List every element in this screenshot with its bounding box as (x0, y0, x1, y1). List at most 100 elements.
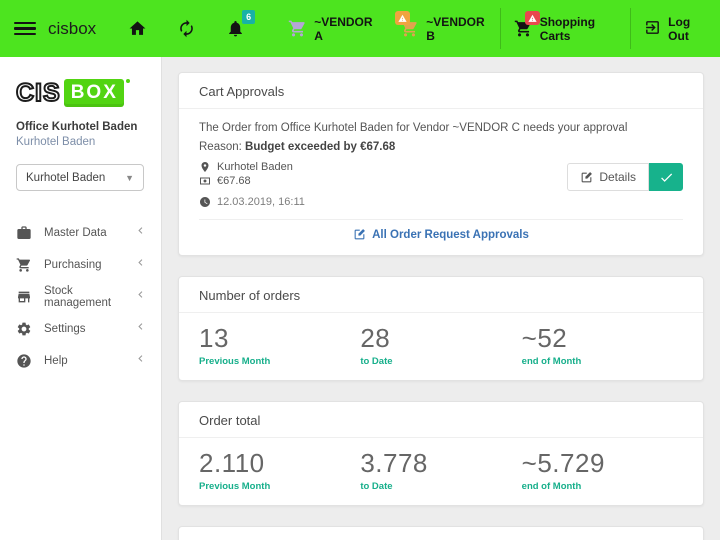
warning-triangle-icon (528, 14, 537, 23)
menu-toggle-button[interactable] (14, 22, 36, 36)
approval-meta-row: Kurhotel Baden €67.68 12.03.2019, 16:11 … (199, 161, 683, 210)
topbar-left: cisbox 6 (0, 19, 275, 39)
vendor-b-cart-button[interactable]: ~VENDOR B (387, 0, 500, 57)
number-of-orders-card: Number of orders 13 Previous Month 28 to… (178, 276, 704, 381)
home-icon (128, 19, 147, 38)
shopping-carts-button[interactable]: Shopping Carts (501, 0, 631, 57)
stat-label: end of Month (522, 481, 683, 492)
sidebar-item-label: Settings (44, 323, 134, 335)
registered-mark-icon (126, 79, 130, 83)
stat-to-date: 3.778 to Date (360, 448, 521, 492)
gear-icon (16, 321, 32, 337)
chevron-left-icon (134, 288, 147, 306)
stat-label: Previous Month (199, 356, 360, 367)
notifications-button[interactable]: 6 (226, 19, 245, 38)
clock-icon (199, 196, 211, 208)
main-content: Cart Approvals The Order from Office Kur… (162, 57, 720, 540)
stat-value: 3.778 (360, 448, 521, 479)
location-pin-icon (199, 161, 211, 173)
vendor-b-warning-badge (395, 11, 410, 25)
sidebar-item-label: Help (44, 355, 134, 367)
sidebar-item-help[interactable]: Help (16, 345, 147, 377)
card-title: Master Data (179, 527, 703, 540)
stat-label: Previous Month (199, 481, 360, 492)
stat-label: end of Month (522, 356, 683, 367)
approval-amount: €67.68 (199, 175, 305, 187)
all-approvals-link[interactable]: All Order Request Approvals (353, 228, 529, 241)
stats-row: 13 Previous Month 28 to Date ~52 end of … (179, 313, 703, 380)
vendor-a-label: ~VENDOR A (314, 15, 374, 43)
sidebar-item-stock-management[interactable]: Stock management (16, 281, 147, 313)
card-title: Number of orders (179, 277, 703, 313)
sidebar-item-label: Master Data (44, 227, 134, 239)
vendor-b-cart-icon (400, 19, 419, 38)
logout-label: Log Out (668, 15, 707, 43)
hamburger-icon (14, 22, 36, 25)
logout-button[interactable]: Log Out (631, 0, 720, 57)
cart-icon (16, 257, 32, 273)
caret-down-icon: ▼ (125, 173, 134, 183)
shopping-carts-icon (514, 19, 533, 38)
edit-icon (353, 228, 366, 241)
vendor-a-cart-button[interactable]: ~VENDOR A (275, 0, 387, 57)
card-title: Order total (179, 402, 703, 438)
cart-approvals-card: Cart Approvals The Order from Office Kur… (178, 72, 704, 256)
stat-label: to Date (360, 481, 521, 492)
stat-previous-month: 13 Previous Month (199, 323, 360, 367)
office-name: Office Kurhotel Baden (16, 121, 147, 133)
logo-box-text: BOX (64, 79, 124, 107)
sidebar-menu: Master Data Purchasing Stock management … (16, 217, 147, 377)
shopping-carts-alert-badge (525, 11, 540, 25)
approval-datetime: 12.03.2019, 16:11 (199, 196, 305, 208)
details-button[interactable]: Details (567, 163, 649, 191)
warning-triangle-icon (398, 14, 407, 23)
chevron-left-icon (134, 256, 147, 274)
shopping-carts-label: Shopping Carts (540, 15, 618, 43)
master-data-card: Master Data 11 Vendors 3.859 Items 7 Ord… (178, 526, 704, 540)
topbar: cisbox 6 ~VENDOR A ~VENDOR B (0, 0, 720, 57)
stat-end-of-month: ~52 end of Month (522, 323, 683, 367)
warehouse-icon (16, 289, 32, 305)
sidebar-item-settings[interactable]: Settings (16, 313, 147, 345)
chevron-left-icon (134, 352, 147, 370)
stat-to-date: 28 to Date (360, 323, 521, 367)
home-button[interactable] (128, 19, 147, 38)
approve-button[interactable] (649, 163, 683, 191)
location-name: Kurhotel Baden (16, 136, 147, 148)
stats-row: 2.110 Previous Month 3.778 to Date ~5.72… (179, 438, 703, 505)
cisbox-logo: CIS BOX (16, 79, 147, 107)
notification-count-badge: 6 (242, 10, 255, 24)
approval-reason: Reason: Budget exceeded by €67.68 (199, 141, 683, 153)
refresh-button[interactable] (177, 19, 196, 38)
stat-end-of-month: ~5.729 end of Month (522, 448, 683, 492)
stat-value: 2.110 (199, 448, 360, 479)
refresh-icon (177, 19, 196, 38)
chevron-left-icon (134, 224, 147, 242)
logout-icon (644, 19, 661, 39)
check-icon (659, 170, 674, 185)
sidebar-item-master-data[interactable]: Master Data (16, 217, 147, 249)
approval-reason-value: Budget exceeded by €67.68 (245, 141, 395, 153)
card-title: Cart Approvals (179, 73, 703, 109)
vendor-a-cart-icon (288, 19, 307, 38)
location-select-value: Kurhotel Baden (26, 172, 105, 184)
stat-value: 28 (360, 323, 521, 354)
topbar-right: ~VENDOR A ~VENDOR B Shopping Carts (275, 0, 720, 57)
edit-icon (580, 171, 593, 184)
approval-actions: Details (567, 163, 683, 191)
sidebar-item-label: Stock management (44, 285, 134, 309)
vendor-b-label: ~VENDOR B (426, 15, 487, 43)
stat-previous-month: 2.110 Previous Month (199, 448, 360, 492)
sidebar-item-purchasing[interactable]: Purchasing (16, 249, 147, 281)
approval-location: Kurhotel Baden (199, 161, 305, 173)
sidebar: CIS BOX Office Kurhotel Baden Kurhotel B… (0, 57, 162, 540)
help-icon (16, 353, 32, 369)
cart-approvals-body: The Order from Office Kurhotel Baden for… (179, 109, 703, 255)
sidebar-item-label: Purchasing (44, 259, 134, 271)
cart-approvals-footer: All Order Request Approvals (199, 219, 683, 255)
stat-label: to Date (360, 356, 521, 367)
chevron-left-icon (134, 320, 147, 338)
location-select[interactable]: Kurhotel Baden ▼ (16, 164, 144, 191)
brand-title: cisbox (48, 19, 96, 39)
briefcase-icon (16, 225, 32, 241)
